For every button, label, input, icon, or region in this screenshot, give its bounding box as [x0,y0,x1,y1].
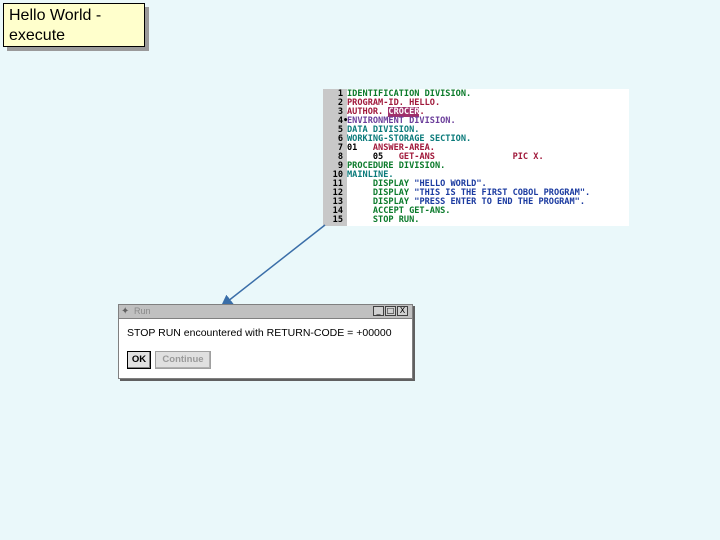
close-button[interactable]: X [397,306,408,316]
continue-button[interactable]: Continue [155,351,211,369]
dialog-title: Run [134,306,151,316]
run-dialog: ✦ Run _ □ X STOP RUN encountered with RE… [118,304,413,379]
ok-button[interactable]: OK [127,351,151,369]
run-app-icon: ✦ [121,306,130,317]
maximize-button[interactable]: □ [385,306,396,316]
arrow-line [220,224,326,307]
connector-arrow [220,224,326,307]
dialog-titlebar[interactable]: ✦ Run _ □ X [119,305,412,319]
minimize-button[interactable]: _ [373,306,384,316]
dialog-message: STOP RUN encountered with RETURN-CODE = … [127,327,392,339]
